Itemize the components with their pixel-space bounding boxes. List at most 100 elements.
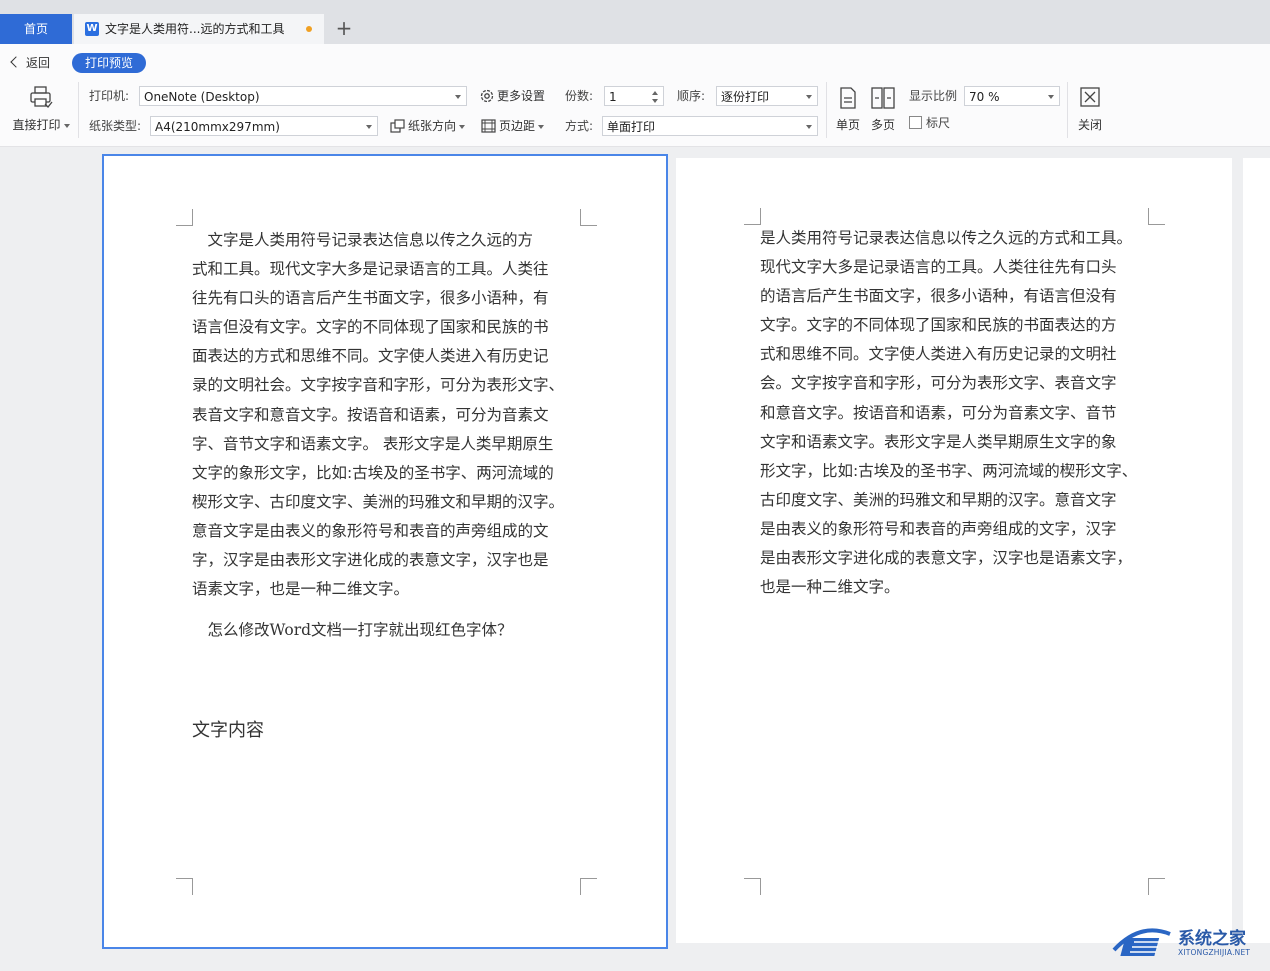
ruler-toggle[interactable]: 标尺 <box>909 114 950 132</box>
text-line: 式和工具。现代文字大多是记录语言的工具。人类往 <box>192 260 549 279</box>
text-line: 表音文字和意音文字。按语音和语素，可分为音素文 <box>192 405 549 424</box>
back-button[interactable]: 返回 <box>10 54 51 71</box>
corner-mark <box>176 878 193 895</box>
new-tab-button[interactable]: + <box>334 16 354 40</box>
printer-value: OneNote (Desktop) <box>144 90 260 104</box>
chevron-down-icon <box>366 125 372 129</box>
zoom-value: 70 % <box>969 90 1000 104</box>
print-mode-select[interactable]: 单面打印 <box>602 116 818 136</box>
text-line: 会。文字按字音和字形，可分为表形文字、表音文字 <box>760 374 1117 393</box>
chevron-down-icon <box>806 125 812 129</box>
text-line: 往先有口头的语言后产生书面文字，很多小语种，有 <box>192 289 549 308</box>
page-1-body-text: 文字是人类用符号记录表达信息以传之久远的方 式和工具。现代文字大多是记录语言的工具… <box>192 226 564 604</box>
preview-page-2[interactable]: 是人类用符号记录表达信息以传之久远的方式和工具。 现代文字大多是记录语言的工具。人… <box>676 158 1232 943</box>
copies-stepper[interactable]: 1 <box>604 86 664 106</box>
direct-print-label: 直接打印 <box>12 118 61 132</box>
text-line: 意音文字是由表义的象形符号和表音的声旁组成的文 <box>192 521 549 540</box>
margins-button[interactable]: 页边距 <box>480 117 545 135</box>
margins-label: 页边距 <box>499 119 536 133</box>
chevron-down-icon <box>455 95 461 99</box>
separator <box>1067 82 1068 138</box>
separator <box>826 82 827 138</box>
more-settings-button[interactable]: 更多设置 <box>479 87 545 105</box>
zoom-select[interactable]: 70 % <box>964 86 1060 106</box>
text-line: 录的文明社会。文字按字音和字形，可分为表形文字、 <box>192 376 565 395</box>
stepper-down-icon[interactable] <box>652 99 658 103</box>
preview-page-1[interactable]: 文字是人类用符号记录表达信息以传之久远的方 式和工具。现代文字大多是记录语言的工具… <box>102 154 668 949</box>
text-line: 语言但没有文字。文字的不同体现了国家和民族的书 <box>192 318 549 337</box>
text-line: 是人类用符号记录表达信息以传之久远的方式和工具。 <box>760 229 1133 247</box>
print-mode-value: 单面打印 <box>607 120 656 134</box>
page-1-question: 怎么修改Word文档一打字就出现红色字体？ <box>192 621 513 639</box>
mode-label: 方式: <box>565 119 594 133</box>
ruler-checkbox[interactable] <box>909 116 922 129</box>
ruler-label: 标尺 <box>926 116 951 130</box>
zoom-label: 显示比例 <box>909 89 958 103</box>
text-line: 是由表义的象形符号和表音的声旁组成的文字，汉字 <box>760 519 1117 538</box>
print-preview-badge: 打印预览 <box>72 53 146 73</box>
text-line: 字、音节文字和语素文字。 表形文字是人类早期原生 <box>192 434 554 453</box>
back-label: 返回 <box>26 56 51 70</box>
watermark-url: XITONGZHIJIA.NET <box>1178 948 1251 957</box>
preview-page-3[interactable] <box>1243 158 1270 943</box>
text-line: 文字。文字的不同体现了国家和民族的书面表达的方 <box>760 316 1117 335</box>
text-line: 面表达的方式和思维不同。文字使人类进入有历史记 <box>192 347 549 366</box>
page-1-heading: 文字内容 <box>192 720 264 741</box>
text-line: 式和思维不同。文字使人类进入有历史记录的文明社 <box>760 345 1117 364</box>
watermark-name: 系统之家 <box>1178 929 1246 949</box>
text-line: 形文字，比如:古埃及的圣书字、两河流域的楔形文字、 <box>760 461 1138 480</box>
direct-print-button[interactable]: 直接打印 <box>10 84 72 133</box>
close-preview-button[interactable]: 关闭 <box>1074 86 1106 133</box>
multi-page-icon <box>871 87 895 109</box>
page-2-body-text: 是人类用符号记录表达信息以传之久远的方式和工具。 现代文字大多是记录语言的工具。人… <box>760 224 1137 602</box>
paper-type-select[interactable]: A4(210mmx297mm) <box>150 116 378 136</box>
stepper-up-icon[interactable] <box>652 91 658 95</box>
tab-bar: 首页 W 文字是人类用符...远的方式和工具 + <box>0 0 1270 44</box>
text-line: 语素文字，也是一种二维文字。 <box>192 580 410 599</box>
order-select[interactable]: 逐份打印 <box>716 86 818 106</box>
multi-page-button[interactable]: 多页 <box>868 86 898 133</box>
close-label: 关闭 <box>1077 118 1102 132</box>
corner-mark <box>744 878 761 895</box>
print-preview-toolbar: 返回 打印预览 直接打印 打印机: OneNote (Desktop) 更多设置… <box>0 44 1270 147</box>
paper-orientation-label: 纸张方向 <box>408 119 457 133</box>
single-page-label: 单页 <box>835 118 860 132</box>
gear-icon <box>480 89 494 102</box>
more-settings-label: 更多设置 <box>497 89 546 103</box>
chevron-down-icon <box>806 95 812 99</box>
page-margins-icon <box>481 118 496 133</box>
corner-mark <box>1148 878 1165 895</box>
order-label: 顺序: <box>677 89 706 103</box>
text-line: 文字的象形文字，比如:古埃及的圣书字、两河流域的 <box>192 463 554 482</box>
page-orientation-icon <box>390 118 405 133</box>
tab-home[interactable]: 首页 <box>0 14 72 44</box>
order-value: 逐份打印 <box>721 90 770 104</box>
paper-type-value: A4(210mmx297mm) <box>155 120 280 134</box>
separator <box>78 82 79 138</box>
text-line: 现代文字大多是记录语言的工具。人类往往先有口头 <box>760 258 1117 277</box>
single-page-button[interactable]: 单页 <box>834 86 862 133</box>
printer-label: 打印机: <box>89 89 130 103</box>
copies-value: 1 <box>609 90 617 104</box>
chevron-down-icon <box>538 124 545 129</box>
printer-select[interactable]: OneNote (Desktop) <box>139 86 467 106</box>
chevron-down-icon <box>63 123 70 128</box>
text-line: 文字是人类用符号记录表达信息以传之久远的方 <box>192 231 534 249</box>
chevron-left-icon <box>10 56 22 68</box>
corner-mark <box>580 209 597 226</box>
corner-mark <box>176 209 193 226</box>
tab-document-title: 文字是人类用符...远的方式和工具 <box>105 22 285 36</box>
chevron-down-icon <box>459 124 466 129</box>
multi-page-label: 多页 <box>870 118 895 132</box>
corner-mark <box>744 208 761 225</box>
text-line: 也是一种二维文字。 <box>760 578 900 597</box>
tab-document[interactable]: W 文字是人类用符...远的方式和工具 <box>74 14 324 44</box>
text-line: 和意音文字。按语音和语素，可分为音素文字、音节 <box>760 403 1117 422</box>
printer-icon <box>30 86 53 108</box>
corner-mark <box>1148 208 1165 225</box>
text-line: 楔形文字、古印度文字、美洲的玛雅文和早期的汉字。 <box>192 492 565 511</box>
unsaved-dot-icon <box>306 26 312 32</box>
chevron-down-icon <box>1048 95 1054 99</box>
copies-label: 份数: <box>565 89 594 103</box>
paper-orientation-button[interactable]: 纸张方向 <box>389 117 466 135</box>
